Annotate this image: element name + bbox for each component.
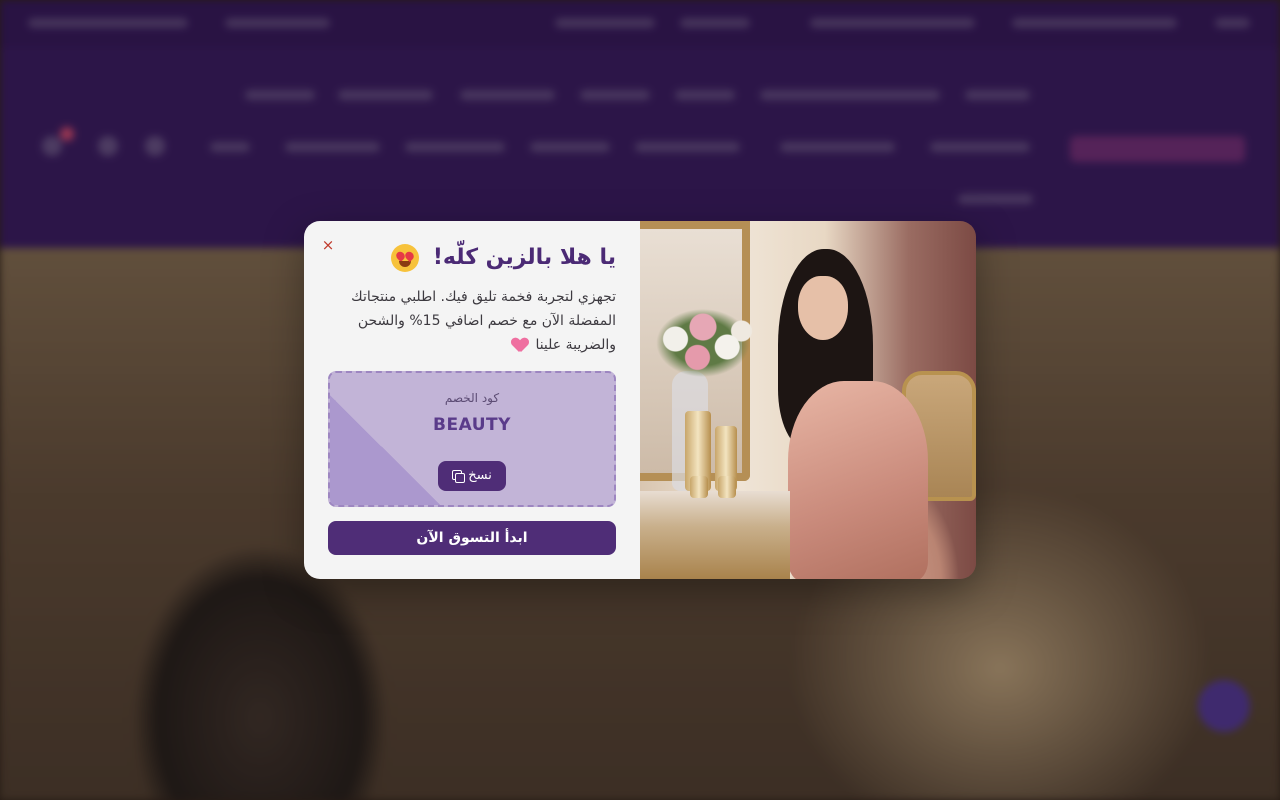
- start-shopping-button[interactable]: ابدأ التسوق الآن: [328, 521, 616, 555]
- promo-title-text: يا هلا بالزين كلّه!: [432, 245, 616, 270]
- promo-image: [640, 221, 976, 579]
- copy-code-button[interactable]: نسخ: [438, 461, 506, 491]
- copy-button-label: نسخ: [468, 468, 492, 483]
- promo-content: × يا هلا بالزين كلّه! تجهزي لتجربة فخمة …: [304, 221, 640, 579]
- promo-description-text: تجهزي لتجربة فخمة تليق فيك. اطلبي منتجات…: [351, 289, 616, 353]
- heart-eyes-emoji-icon: [391, 244, 420, 272]
- promo-modal: × يا هلا بالزين كلّه! تجهزي لتجربة فخمة …: [304, 221, 976, 579]
- copy-icon: [452, 470, 466, 483]
- close-button[interactable]: ×: [318, 235, 338, 255]
- coupon-code: BEAUTY: [433, 415, 511, 435]
- promo-title: يا هلا بالزين كلّه!: [328, 243, 616, 273]
- sparkling-heart-icon: [512, 338, 528, 352]
- promo-description: تجهزي لتجربة فخمة تليق فيك. اطلبي منتجات…: [328, 285, 616, 357]
- coupon-label: كود الخصم: [444, 391, 500, 405]
- coupon-box: كود الخصم BEAUTY نسخ: [328, 371, 616, 507]
